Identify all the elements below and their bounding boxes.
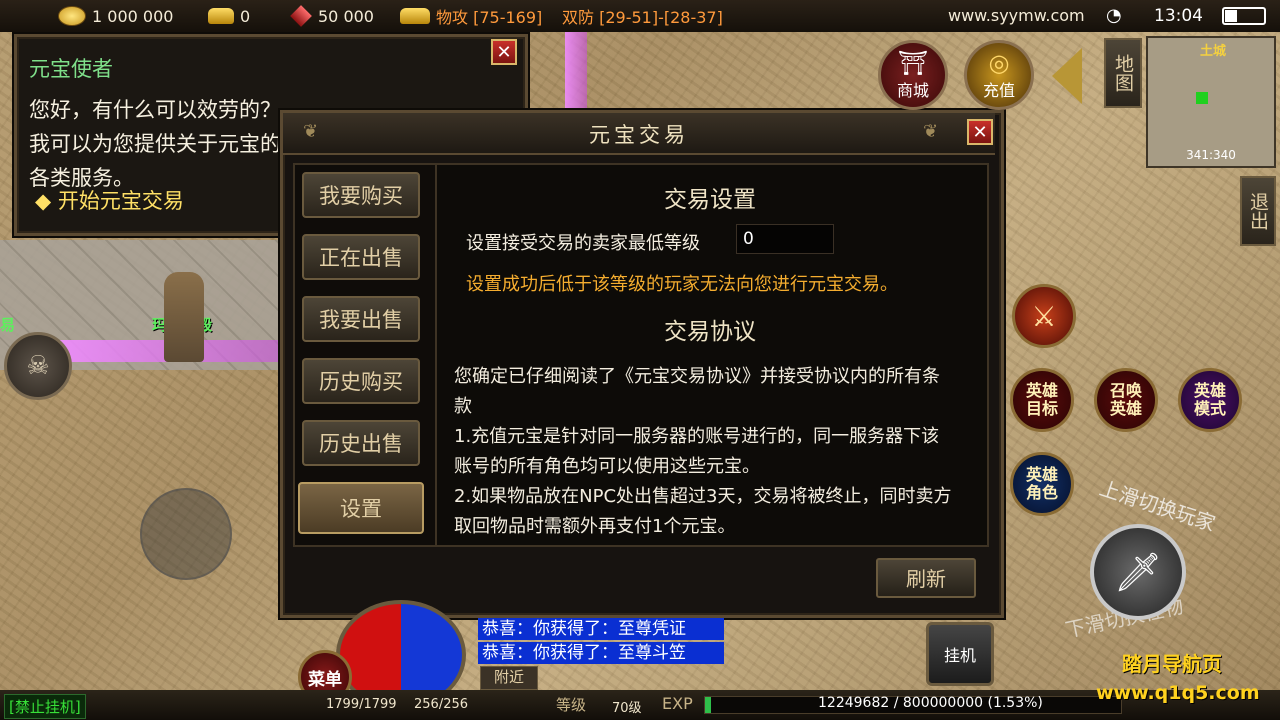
min-level-label: 设置接受交易的卖家最低等级 — [466, 233, 700, 254]
gem-counter: 50 000 — [290, 4, 374, 28]
gem-icon — [290, 5, 312, 27]
chat-nearby-tab[interactable]: 附近 — [480, 666, 538, 690]
watermark-url: www.q1q5.com — [1096, 682, 1260, 704]
virtual-joystick[interactable] — [140, 488, 232, 580]
minimap[interactable]: 土城 341:340 — [1146, 36, 1276, 168]
minimap-region: 土城 — [1200, 44, 1227, 59]
trade-window-title: 元宝交易 — [589, 123, 689, 147]
npc-character[interactable] — [164, 272, 204, 362]
auto-battle-button[interactable]: 挂机 — [926, 622, 994, 686]
defense-stat: 双防 [29-51]-[28-37] — [562, 4, 723, 28]
summon-hero-button[interactable]: 召唤英雄 — [1094, 368, 1158, 432]
tab-history-sell[interactable]: 历史出售 — [302, 420, 420, 466]
trade-window-header: ❦ ❦ 元宝交易 — [283, 113, 995, 155]
defense-value: 双防 [29-51]-[28-37] — [562, 8, 723, 27]
bottom-bar: [禁止挂机] 1799/1799 256/256 等级 70级 EXP 1224… — [0, 690, 1280, 720]
agreement-text: 您确定已仔细阅读了《元宝交易协议》并接受协议内的所有条款 1.充值元宝是针对同一… — [454, 362, 954, 542]
top-status-bar: 1 000 000 0 50 000 物攻 [75-169] 双防 [29-51… — [0, 0, 1280, 32]
recharge-button[interactable]: ◎ 充值 — [964, 40, 1034, 110]
chat-line: 恭喜：你获得了：至尊凭证 — [478, 618, 724, 640]
ingot-value: 0 — [240, 6, 251, 26]
attack-stat: 物攻 [75-169] — [400, 4, 542, 28]
npc-dialog-title: 元宝使者 — [29, 57, 113, 81]
level-value: 70级 — [612, 701, 642, 716]
exp-value: 12249682 / 800000000 (1.53%) — [818, 695, 1043, 711]
mp-value: 256/256 — [414, 697, 469, 712]
tab-history-buy[interactable]: 历史购买 — [302, 358, 420, 404]
gem-value: 50 000 — [318, 6, 374, 26]
exp-label: EXP — [662, 694, 693, 713]
agreement-clause-1: 1.充值元宝是针对同一服务器的账号进行的，同一服务器下该账号的所有角色均可以使用… — [454, 426, 940, 477]
hero-mode-button[interactable]: 英雄模式 — [1178, 368, 1242, 432]
treasure-icon — [400, 8, 430, 24]
coin-stack-icon: ◎ — [988, 49, 1010, 77]
site-watermark: www.syymw.com — [948, 6, 1085, 25]
clock: 13:04 — [1154, 6, 1203, 26]
gold-value: 1 000 000 — [92, 6, 174, 26]
player-marker-icon — [1196, 92, 1208, 104]
start-trade-label: 开始元宝交易 — [57, 189, 184, 213]
sword-icon: 🗡 — [1113, 549, 1163, 594]
hero-target-button[interactable]: 英雄目标 — [1010, 368, 1074, 432]
tab-buy[interactable]: 我要购买 — [302, 172, 420, 218]
exp-bar-fill — [705, 697, 712, 713]
hp-value: 1799/1799 — [326, 697, 397, 712]
attack-value: 物攻 [75-169] — [436, 8, 543, 27]
edge-npc-label: 易 — [0, 316, 16, 334]
recharge-label: 充值 — [982, 81, 1015, 100]
attack-button[interactable]: 🗡 — [1090, 524, 1186, 620]
start-trade-option[interactable]: ◆ 开始元宝交易 — [35, 185, 184, 215]
trade-window-close-button[interactable]: ✕ — [967, 119, 993, 145]
ingot-counter: 0 — [208, 4, 250, 28]
min-level-input[interactable] — [736, 224, 834, 254]
shop-icon: ⛩ — [897, 49, 929, 77]
skull-skill-icon[interactable]: ☠ — [4, 332, 72, 400]
diamond-icon: ◆ — [35, 189, 52, 213]
hero-role-label: 英雄角色 — [1025, 465, 1058, 502]
level-label: 等级 — [556, 696, 587, 714]
npc-dialog-close-button[interactable]: ✕ — [491, 39, 517, 65]
refresh-button[interactable]: 刷新 — [876, 558, 976, 598]
shop-label: 商城 — [896, 81, 929, 100]
gold-counter: 1 000 000 — [58, 4, 173, 28]
map-button[interactable]: 地图 — [1104, 38, 1142, 108]
auto-battle-label: 挂机 — [943, 646, 976, 665]
tab-sell[interactable]: 我要出售 — [302, 296, 420, 342]
shop-button[interactable]: ⛩ 商城 — [878, 40, 948, 110]
ingot-icon — [208, 8, 234, 24]
agreement-clause-2: 2.如果物品放在NPC处出售超过3天，交易将被终止，同时卖方取回物品时需额外再支… — [454, 486, 952, 537]
tab-on-sale[interactable]: 正在出售 — [302, 234, 420, 280]
no-auto-indicator: [禁止挂机] — [4, 694, 86, 719]
hero-target-label: 英雄目标 — [1025, 381, 1058, 418]
exit-button[interactable]: 退出 — [1240, 176, 1276, 246]
agreement-intro: 您确定已仔细阅读了《元宝交易协议》并接受协议内的所有条款 — [454, 366, 940, 417]
magic-wall-top — [565, 32, 587, 112]
hero-role-button[interactable]: 英雄角色 — [1010, 452, 1074, 516]
watermark-title: 踏月导航页 — [1122, 652, 1222, 676]
collapse-arrow-icon[interactable] — [1052, 48, 1082, 104]
sword-skill-icon[interactable]: ⚔ — [1012, 284, 1076, 348]
gold-icon — [58, 6, 86, 26]
settings-heading: 交易设置 — [664, 187, 756, 213]
minimap-coords: 341:340 — [1186, 148, 1236, 162]
battery-icon — [1222, 7, 1266, 25]
wifi-icon: ◔ — [1106, 5, 1122, 26]
hero-mode-label: 英雄模式 — [1193, 381, 1226, 418]
chat-line: 恭喜：你获得了：至尊斗笠 — [478, 642, 724, 664]
summon-hero-label: 召唤英雄 — [1109, 381, 1142, 418]
settings-note: 设置成功后低于该等级的玩家无法向您进行元宝交易。 — [466, 274, 898, 295]
agreement-heading: 交易协议 — [664, 319, 756, 345]
npc-dialog-text: 您好，有什么可以效劳的？我可以为您提供关于元宝的各类服务。 — [29, 98, 281, 190]
tab-settings[interactable]: 设置 — [298, 482, 424, 534]
